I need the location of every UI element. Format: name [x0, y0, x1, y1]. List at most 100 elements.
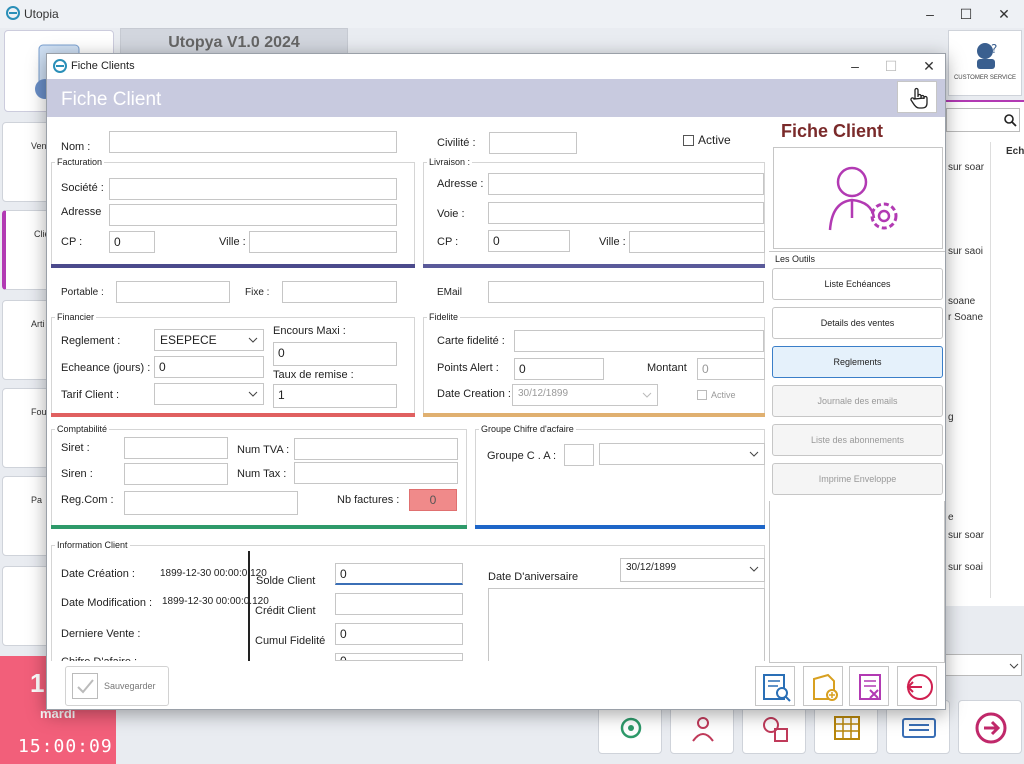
pointer-mode-button[interactable]: [897, 81, 937, 113]
cp-label: CP :: [61, 236, 83, 248]
bg-col-header: Ech: [1006, 146, 1024, 157]
livraison-ville-label: Ville :: [599, 236, 626, 248]
carte-fidelite-input[interactable]: [514, 330, 764, 352]
credit-client-input[interactable]: [335, 593, 463, 615]
customer-service-button[interactable]: ? CUSTOMER SERVICE: [948, 30, 1022, 96]
anniversaire-label: Date D'aniversaire: [488, 571, 579, 583]
background-list: Ech sur soar sur saoi soane r Soane g e …: [944, 100, 1024, 606]
solde-client-input[interactable]: 0: [335, 563, 463, 585]
details-ventes-button[interactable]: Details des ventes: [772, 307, 943, 339]
ville-label: Ville :: [219, 236, 246, 248]
civilite-input[interactable]: [489, 132, 577, 154]
encours-input[interactable]: 0: [273, 342, 397, 366]
dialog-maximize-button[interactable]: ☐: [879, 56, 903, 76]
chevron-down-icon: [1009, 663, 1019, 669]
close-button[interactable]: ✕: [992, 4, 1016, 24]
liste-abonnements-button[interactable]: Liste des abonnements: [772, 424, 943, 456]
num-tva-input[interactable]: [294, 438, 458, 460]
gear-check-icon: [763, 717, 788, 742]
bg-row-5: g: [948, 412, 954, 423]
facturation-title: Facturation: [55, 157, 105, 167]
grid-icon: [834, 716, 860, 740]
points-alert-input[interactable]: 0: [514, 358, 604, 380]
bg-row-7: sur soar: [948, 530, 985, 541]
groupe-ca-code-input[interactable]: [564, 444, 594, 466]
livraison-adresse-input[interactable]: [488, 173, 764, 195]
societe-input[interactable]: [109, 178, 397, 200]
fidelite-title: Fidelite: [427, 312, 461, 322]
email-input[interactable]: [488, 281, 764, 303]
montant-label: Montant: [647, 362, 687, 374]
groupe-ca-dropdown[interactable]: [599, 443, 765, 465]
livraison-ville-input[interactable]: [629, 231, 765, 253]
sauvegarder-button[interactable]: Sauvegarder: [65, 666, 169, 706]
imprime-enveloppe-button[interactable]: Imprime Enveloppe: [772, 463, 943, 495]
cumul-fidelite-input[interactable]: 0: [335, 623, 463, 645]
date-creation-fidelite-picker[interactable]: 30/12/1899: [512, 384, 658, 406]
ville-input[interactable]: [249, 231, 397, 253]
solde-client-label: Solde Client: [256, 575, 316, 587]
anniversaire-picker[interactable]: 30/12/1899: [620, 558, 765, 582]
background-dropdown[interactable]: [944, 654, 1022, 676]
maximize-button[interactable]: ☐: [954, 4, 978, 24]
date-modification-value: 1899-12-30 00:00:0.120: [162, 596, 269, 607]
siren-input[interactable]: [124, 463, 228, 485]
bg-row-6: e: [948, 512, 954, 523]
notes-textarea[interactable]: [488, 588, 765, 661]
credit-client-label: Crédit Client: [255, 605, 316, 617]
reglement-value: ESEPECE: [160, 333, 217, 347]
client-settings-illustration: [773, 147, 943, 249]
reglements-button[interactable]: Reglements: [772, 346, 943, 378]
regcom-input[interactable]: [124, 491, 298, 515]
siret-input[interactable]: [124, 437, 228, 459]
background-search-input[interactable]: [946, 108, 1020, 132]
adresse-input[interactable]: [109, 204, 397, 226]
reglement-dropdown[interactable]: ESEPECE: [154, 329, 264, 351]
extra-value-input[interactable]: 0: [335, 653, 463, 661]
utopia-logo-icon: [53, 59, 67, 73]
fixe-input[interactable]: [282, 281, 397, 303]
search-document-button[interactable]: [755, 666, 795, 706]
outils-label: Les Outils: [773, 254, 818, 264]
sync-gear-icon: [620, 717, 642, 739]
livraison-adresse-label: Adresse :: [437, 178, 484, 190]
active-checkbox[interactable]: [683, 135, 694, 146]
keyboard-icon: [902, 718, 936, 738]
montant-input[interactable]: 0: [697, 358, 765, 380]
tarif-dropdown[interactable]: [154, 383, 264, 405]
app-title: Utopia: [24, 7, 59, 21]
journale-emails-button[interactable]: Journale des emails: [772, 385, 943, 417]
num-tax-input[interactable]: [294, 462, 458, 484]
voie-input[interactable]: [488, 202, 764, 224]
delete-document-button[interactable]: [849, 666, 889, 706]
minimize-button[interactable]: –: [918, 4, 942, 24]
fidelite-active-label: Active: [711, 390, 736, 400]
encours-label: Encours Maxi :: [273, 325, 346, 337]
groupe-ca-label: Groupe C . A :: [487, 450, 557, 462]
points-alert-label: Points Alert :: [437, 362, 499, 374]
exit-app-button[interactable]: [958, 700, 1022, 754]
livraison-cp-input[interactable]: 0: [488, 230, 570, 252]
chevron-down-icon: [248, 391, 258, 397]
date-creation-value: 1899-12-30 00:00:0.120: [160, 568, 267, 579]
fidelite-active-checkbox[interactable]: [697, 390, 707, 400]
taux-input[interactable]: 1: [273, 384, 397, 408]
dialog-minimize-button[interactable]: –: [843, 56, 867, 76]
customer-service-icon: ?: [977, 42, 997, 69]
bg-row-8: sur soai: [948, 562, 984, 573]
users-icon: [692, 717, 714, 742]
exit-dialog-button[interactable]: [897, 666, 937, 706]
echeance-input[interactable]: 0: [154, 356, 264, 378]
cp-input[interactable]: 0: [109, 231, 155, 253]
taux-label: Taux de remise :: [273, 369, 354, 381]
add-document-button[interactable]: [803, 666, 843, 706]
dialog-close-button[interactable]: ✕: [917, 56, 941, 76]
societe-label: Société :: [61, 182, 104, 194]
carte-fidelite-label: Carte fidelité :: [437, 335, 505, 347]
user-gear-icon: [828, 166, 898, 231]
portable-input[interactable]: [116, 281, 230, 303]
chevron-down-icon: [248, 337, 258, 343]
fiche-clients-dialog: Fiche Clients – ☐ ✕ Fiche Client Nom : C…: [46, 53, 946, 710]
liste-echeances-button[interactable]: Liste Echéances: [772, 268, 943, 300]
nom-input[interactable]: [109, 131, 397, 153]
